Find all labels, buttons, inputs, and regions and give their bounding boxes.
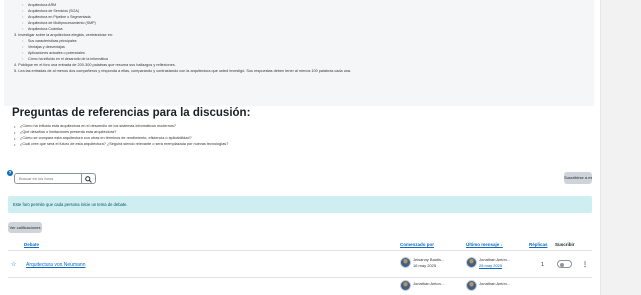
replies-count[interactable]: 1 bbox=[541, 262, 544, 268]
forum-info-alert: Este foro permite que cada persona inici… bbox=[8, 196, 592, 213]
main-content: Arquitectura ARM Arquitectura de Servici… bbox=[0, 0, 600, 295]
list-item: Arquitectura Cuántica bbox=[22, 27, 62, 32]
last-post-name[interactable]: Jonathan Anton... bbox=[479, 257, 510, 262]
list-item: Ventajas y desventajas bbox=[22, 45, 65, 50]
forum-intro-box: Arquitectura ARM Arquitectura de Servici… bbox=[4, 0, 594, 106]
list-item: Arquitectura ARM bbox=[22, 3, 56, 8]
search-icon bbox=[85, 176, 92, 183]
table-row-divider bbox=[8, 277, 592, 278]
discussion-question: ¿Cuál cree que será el futuro de esta ar… bbox=[14, 142, 228, 147]
toggle-knob bbox=[559, 262, 564, 267]
forum-page: Arquitectura ARM Arquitectura de Servici… bbox=[0, 0, 641, 295]
column-header-last-post[interactable]: Último mensaje ↓ bbox=[466, 242, 503, 247]
right-drawer-panel bbox=[600, 0, 641, 295]
list-item: Sus características principales bbox=[22, 39, 76, 44]
search-button[interactable] bbox=[82, 173, 96, 184]
last-post-date-link[interactable]: 28 may 2025 bbox=[479, 263, 502, 268]
avatar[interactable] bbox=[466, 280, 477, 291]
table-header-divider bbox=[8, 250, 592, 251]
forum-search-input[interactable] bbox=[14, 173, 82, 184]
started-by-name[interactable]: Jonathan Anton... bbox=[413, 281, 444, 286]
started-by-date: 16 may 2025 bbox=[413, 263, 437, 268]
list-item: Cómo ha influido en el desarrollo de la … bbox=[22, 57, 108, 62]
column-header-subscribe: Suscribir bbox=[555, 242, 575, 247]
instruction-step: 3. Investigar sobre la arquitectura eleg… bbox=[14, 33, 113, 37]
subscribe-forum-button[interactable]: Suscribirse a este foro bbox=[564, 172, 592, 184]
more-options-icon[interactable]: ⋮ bbox=[582, 261, 588, 268]
column-header-started-by[interactable]: Comenzado por bbox=[400, 242, 434, 247]
subscribe-toggle[interactable] bbox=[557, 260, 572, 268]
last-post-name[interactable]: Jonathan Anton... bbox=[479, 281, 510, 286]
star-icon[interactable]: ☆ bbox=[11, 262, 16, 268]
column-header-replies[interactable]: Réplicas bbox=[529, 242, 548, 247]
discussion-heading: Preguntas de referencias para la discusi… bbox=[12, 107, 251, 119]
list-item: Arquitectura en Pipeline o Segmentada bbox=[22, 15, 91, 20]
list-item: Aplicaciones actuales o potenciales bbox=[22, 51, 85, 56]
instruction-step: 4. Publique en el foro una entrada de 20… bbox=[14, 63, 176, 67]
instruction-step: 5. Lea las entradas de al menos dos comp… bbox=[14, 69, 352, 73]
column-header-topic[interactable]: Debate bbox=[24, 242, 39, 247]
avatar[interactable] bbox=[400, 280, 411, 291]
help-icon[interactable]: ? bbox=[7, 170, 13, 176]
avatar[interactable] bbox=[400, 257, 411, 268]
discussion-question: ¿Qué desafíos o limitaciones presenta es… bbox=[14, 130, 116, 135]
started-by-name[interactable]: Jeisanny Bautis... bbox=[413, 257, 444, 262]
discussion-question: ¿Cómo ha influido esta arquitectura en e… bbox=[14, 124, 176, 129]
avatar[interactable] bbox=[466, 257, 477, 268]
discussion-topic-link[interactable]: Arquitectura von Neumann bbox=[26, 262, 85, 268]
discussion-question: ¿Cómo se compara esta arquitectura con o… bbox=[14, 136, 192, 141]
list-item: Arquitectura de Multiprocesamiento (SMP) bbox=[22, 21, 96, 26]
list-item: Arquitectura de Servicios (SOA) bbox=[22, 9, 79, 14]
view-grades-button[interactable]: Ver calificaciones bbox=[8, 222, 42, 233]
